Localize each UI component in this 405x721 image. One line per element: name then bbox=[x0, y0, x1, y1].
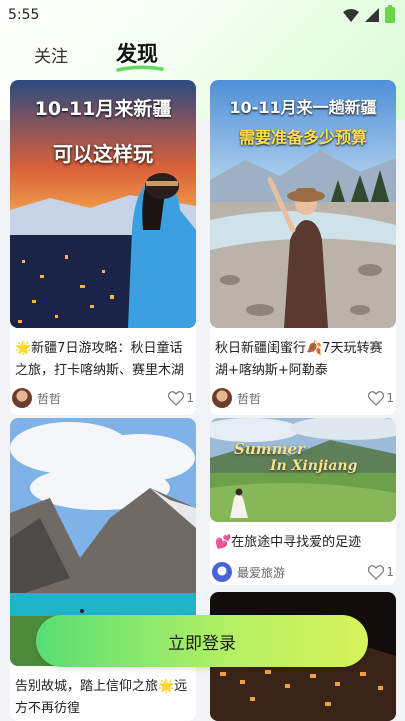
post-title: 告别故城，踏上信仰之旅🌟远方不再彷徨 bbox=[15, 679, 188, 716]
like-count: 1 bbox=[386, 391, 394, 405]
cover-overlay-line1: 10-11月来新疆 bbox=[34, 98, 172, 120]
like-button[interactable]: 1 bbox=[168, 390, 194, 406]
like-count: 1 bbox=[386, 565, 394, 579]
heart-icon bbox=[368, 564, 385, 580]
active-tab-indicator bbox=[116, 65, 164, 72]
avatar[interactable] bbox=[212, 388, 232, 408]
status-time: 5:55 bbox=[8, 7, 40, 23]
like-count: 1 bbox=[186, 391, 194, 405]
cover-overlay-line2: 可以这样玩 bbox=[53, 142, 153, 166]
status-bar: 5:55 bbox=[0, 0, 405, 30]
post-meta: 最爱旅游 1 bbox=[210, 560, 396, 584]
tab-discover[interactable]: 发现 bbox=[116, 38, 158, 68]
post-meta: 哲哲 1 bbox=[210, 386, 396, 410]
post-title: 秋日新疆闺蜜行🍂7天玩转赛湖+喀纳斯+阿勒泰 bbox=[215, 341, 383, 378]
cover-overlay-line1: Summer bbox=[234, 440, 305, 458]
post-title: 🌟新疆7日游攻略：秋日童话之旅，打卡喀纳斯、赛里木湖 bbox=[15, 341, 185, 378]
avatar[interactable] bbox=[212, 562, 232, 582]
post-cover-image: 10-11月来一趟新疆 需要准备多少预算 bbox=[210, 80, 396, 328]
avatar[interactable] bbox=[12, 388, 32, 408]
tab-follow[interactable]: 关注 bbox=[34, 42, 68, 67]
cover-overlay-line2: 需要准备多少预算 bbox=[238, 128, 367, 147]
cover-overlay-line2: In Xinjiang bbox=[270, 458, 358, 474]
wifi-icon bbox=[343, 8, 359, 22]
post-cover-image: 10-11月来新疆 可以这样玩 bbox=[10, 80, 196, 328]
signal-icon bbox=[365, 8, 379, 22]
post-author[interactable]: 哲哲 bbox=[37, 390, 168, 407]
post-cover-image: Summer In Xinjiang bbox=[210, 418, 396, 522]
like-button[interactable]: 1 bbox=[368, 564, 394, 580]
status-icons bbox=[343, 5, 395, 23]
post-author[interactable]: 最爱旅游 bbox=[237, 564, 368, 581]
feed-tabs: 关注 发现 bbox=[0, 36, 405, 76]
post-author[interactable]: 哲哲 bbox=[237, 390, 368, 407]
post-card[interactable]: Summer In Xinjiang 💕在旅途中寻找爱的足迹 最爱旅游 1 bbox=[210, 418, 396, 585]
post-card[interactable]: 10-11月来一趟新疆 需要准备多少预算 秋日新疆闺蜜行🍂7天玩转赛湖+喀纳斯+… bbox=[210, 80, 396, 415]
battery-icon bbox=[385, 5, 395, 23]
heart-icon bbox=[168, 390, 185, 406]
post-card[interactable]: 告别故城，踏上信仰之旅🌟远方不再彷徨 bbox=[10, 418, 196, 721]
post-meta: 哲哲 1 bbox=[10, 386, 196, 410]
like-button[interactable]: 1 bbox=[368, 390, 394, 406]
post-card[interactable]: 10-11月来新疆 可以这样玩 🌟新疆7日游攻略：秋日童话之旅，打卡喀纳斯、赛里… bbox=[10, 80, 196, 415]
login-button[interactable]: 立即登录 bbox=[36, 615, 368, 667]
cover-overlay-line1: 10-11月来一趟新疆 bbox=[229, 98, 377, 117]
post-title: 💕在旅途中寻找爱的足迹 bbox=[215, 535, 362, 550]
heart-icon bbox=[368, 390, 385, 406]
